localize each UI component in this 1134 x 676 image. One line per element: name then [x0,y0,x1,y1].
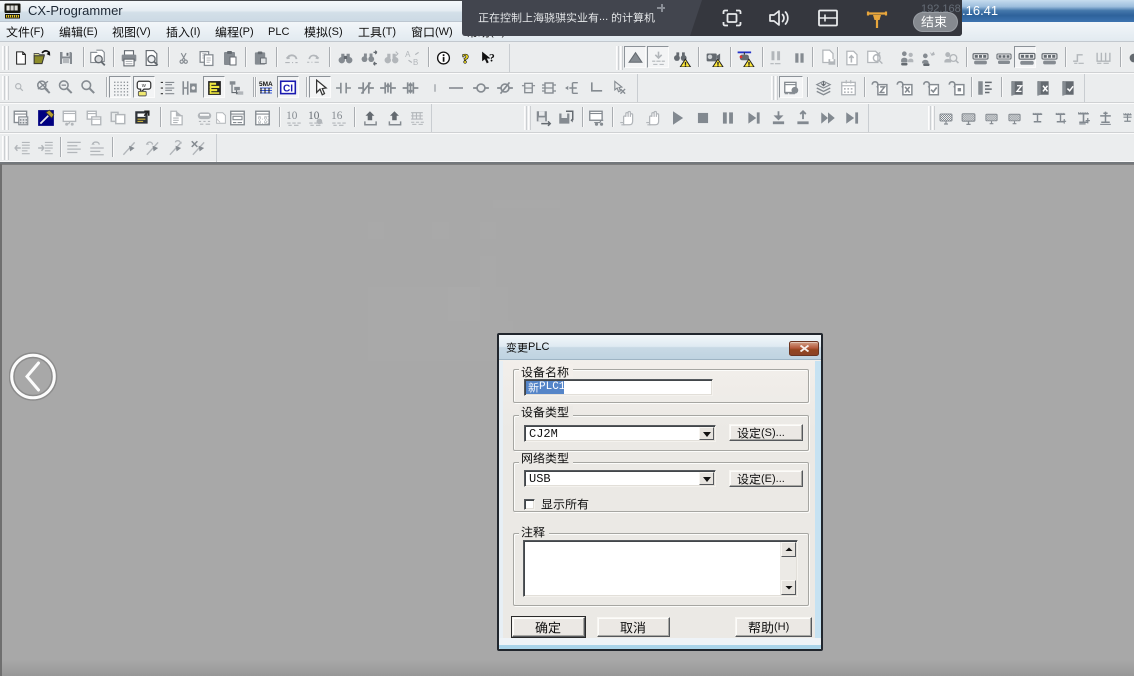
svg-text:CI: CI [283,83,293,94]
svg-text:5MA: 5MA [259,81,273,88]
svg-text:A: A [405,50,411,59]
svg-text:0.02: 0.02 [258,120,270,126]
svg-text:10: 10 [286,110,298,122]
svg-text:?: ? [489,52,495,65]
svg-text:?: ? [462,51,469,66]
svg-text:B: B [413,58,418,67]
svg-text:16: 16 [331,110,343,122]
